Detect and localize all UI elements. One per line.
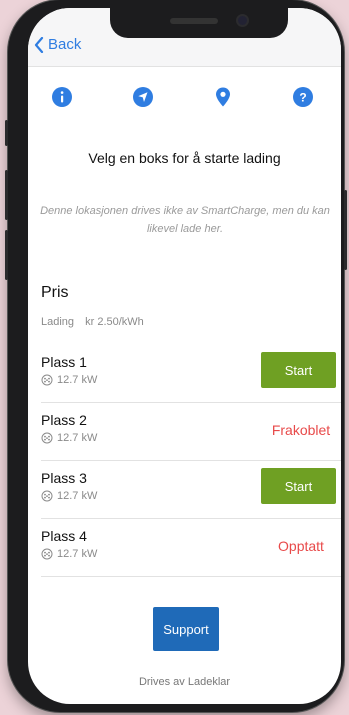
station-power-value: 12.7 kW: [57, 374, 98, 386]
info-icon[interactable]: [51, 86, 73, 108]
plug-icon: [41, 548, 53, 560]
station-row-4: Plass 4 12.7 kW Opptatt: [41, 518, 341, 577]
station-power-value: 12.7 kW: [57, 548, 98, 560]
station-power: 12.7 kW: [41, 548, 97, 560]
footer-credit: Drives av Ladeklar: [138, 676, 231, 688]
station-power: 12.7 kW: [41, 374, 97, 386]
volume-down-button: [5, 230, 8, 280]
price-heading: Pris: [41, 284, 69, 301]
mute-switch: [5, 120, 8, 146]
location-pin-icon[interactable]: [212, 86, 234, 108]
page-title: Velg en boks for å starte lading: [88, 150, 281, 166]
price-label: Lading: [41, 316, 75, 328]
price-row: Lading kr 2.50/kWh: [41, 316, 152, 328]
operator-notice: Denne lokasjonen drives ikke av SmartCha…: [40, 205, 330, 235]
station-name: Plass 4: [41, 528, 87, 544]
station-name: Plass 2: [41, 412, 87, 428]
location-actions: ?: [28, 86, 341, 110]
svg-text:?: ?: [299, 90, 306, 104]
phone-frame: Back ? Velg en boks for å starte lading …: [5, 0, 347, 712]
station-power: 12.7 kW: [41, 432, 97, 444]
station-power-value: 12.7 kW: [57, 432, 98, 444]
back-label: Back: [48, 36, 82, 53]
navigate-icon[interactable]: [132, 86, 154, 108]
station-power-value: 12.7 kW: [57, 490, 98, 502]
station-row-2: Plass 2 12.7 kW Frakoblet: [41, 402, 341, 461]
station-power: 12.7 kW: [41, 490, 97, 502]
plug-icon: [41, 432, 53, 444]
speaker-grille: [170, 18, 218, 24]
station-row-1: Plass 1 12.7 kW Start: [41, 344, 341, 403]
station-name: Plass 1: [41, 354, 87, 370]
chevron-left-icon: [34, 36, 44, 53]
plug-icon: [41, 374, 53, 386]
station-row-3: Plass 3 12.7 kW Start: [41, 460, 341, 519]
support-button[interactable]: Support: [153, 607, 219, 651]
start-button[interactable]: Start: [261, 352, 336, 388]
status-label: Frakoblet: [271, 422, 331, 438]
station-name: Plass 3: [41, 470, 87, 486]
price-value: kr 2.50/kWh: [85, 316, 144, 328]
app-screen: Back ? Velg en boks for å starte lading …: [28, 8, 341, 704]
back-button[interactable]: Back: [34, 36, 81, 53]
help-icon[interactable]: ?: [292, 86, 314, 108]
start-button[interactable]: Start: [261, 468, 336, 504]
front-camera: [238, 16, 247, 25]
phone-notch: [110, 8, 288, 38]
plug-icon: [41, 490, 53, 502]
volume-up-button: [5, 170, 8, 220]
status-label: Opptatt: [278, 538, 324, 554]
power-button: [344, 190, 347, 270]
